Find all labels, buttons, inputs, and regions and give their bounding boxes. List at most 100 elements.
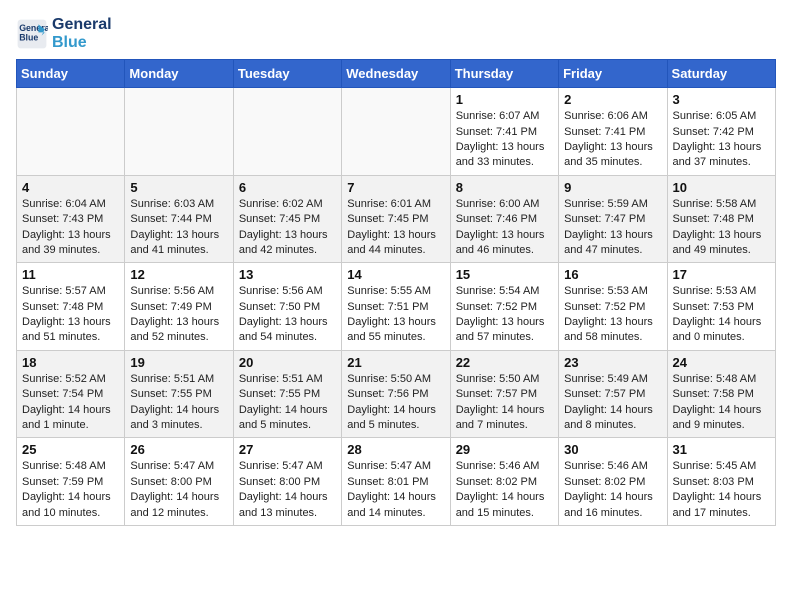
calendar-cell: 8 Sunrise: 6:00 AM Sunset: 7:46 PM Daylig…	[450, 175, 558, 263]
day-info: Sunrise: 5:46 AM Sunset: 8:02 PM Dayligh…	[564, 459, 661, 521]
day-number: 29	[456, 442, 553, 457]
day-number: 25	[22, 442, 119, 457]
day-number: 8	[456, 180, 553, 195]
day-info: Sunrise: 5:48 AM Sunset: 7:59 PM Dayligh…	[22, 459, 119, 521]
calendar-cell: 28 Sunrise: 5:47 AM Sunset: 8:01 PM Dayli…	[342, 438, 450, 526]
day-number: 3	[673, 92, 770, 107]
week-row-3: 11 Sunrise: 5:57 AM Sunset: 7:48 PM Dayli…	[17, 263, 776, 351]
calendar-cell: 6 Sunrise: 6:02 AM Sunset: 7:45 PM Daylig…	[233, 175, 341, 263]
day-info: Sunrise: 5:56 AM Sunset: 7:49 PM Dayligh…	[130, 284, 227, 346]
calendar-cell: 27Sunrise: 5:47 AM Sunset: 8:00 PM Dayli…	[233, 438, 341, 526]
calendar-cell: 1Sunrise: 6:07 AM Sunset: 7:41 PM Daylig…	[450, 88, 558, 176]
day-number: 16	[564, 267, 661, 282]
day-info: Sunrise: 6:03 AM Sunset: 7:44 PM Dayligh…	[130, 197, 227, 259]
page-header: General Blue General Blue	[16, 16, 776, 51]
day-info: Sunrise: 6:00 AM Sunset: 7:46 PM Dayligh…	[456, 197, 553, 259]
day-number: 24	[673, 355, 770, 370]
day-info: Sunrise: 5:45 AM Sunset: 8:03 PM Dayligh…	[673, 459, 770, 521]
calendar-cell: 4 Sunrise: 6:04 AM Sunset: 7:43 PM Daylig…	[17, 175, 125, 263]
day-number: 15	[456, 267, 553, 282]
day-number: 28	[347, 442, 444, 457]
calendar-cell: 11 Sunrise: 5:57 AM Sunset: 7:48 PM Dayli…	[17, 263, 125, 351]
day-info: Sunrise: 5:47 AM Sunset: 8:00 PM Dayligh…	[130, 459, 227, 521]
calendar-cell: 20Sunrise: 5:51 AM Sunset: 7:55 PM Dayli…	[233, 350, 341, 438]
calendar-cell: 12 Sunrise: 5:56 AM Sunset: 7:49 PM Dayli…	[125, 263, 233, 351]
day-number: 7	[347, 180, 444, 195]
calendar-cell	[233, 88, 341, 176]
day-number: 30	[564, 442, 661, 457]
day-number: 22	[456, 355, 553, 370]
calendar-body: 1Sunrise: 6:07 AM Sunset: 7:41 PM Daylig…	[17, 88, 776, 526]
calendar-header: SundayMondayTuesdayWednesdayThursdayFrid…	[17, 60, 776, 88]
calendar-cell: 2Sunrise: 6:06 AM Sunset: 7:41 PM Daylig…	[559, 88, 667, 176]
day-number: 12	[130, 267, 227, 282]
day-info: Sunrise: 5:54 AM Sunset: 7:52 PM Dayligh…	[456, 284, 553, 346]
weekday-header-row: SundayMondayTuesdayWednesdayThursdayFrid…	[17, 60, 776, 88]
calendar-cell: 29 Sunrise: 5:46 AM Sunset: 8:02 PM Dayli…	[450, 438, 558, 526]
day-number: 14	[347, 267, 444, 282]
week-row-2: 4 Sunrise: 6:04 AM Sunset: 7:43 PM Daylig…	[17, 175, 776, 263]
day-number: 6	[239, 180, 336, 195]
weekday-header-friday: Friday	[559, 60, 667, 88]
day-info: Sunrise: 5:58 AM Sunset: 7:48 PM Dayligh…	[673, 197, 770, 259]
day-info: Sunrise: 5:55 AM Sunset: 7:51 PM Dayligh…	[347, 284, 444, 346]
calendar-table: SundayMondayTuesdayWednesdayThursdayFrid…	[16, 59, 776, 526]
day-info: Sunrise: 5:57 AM Sunset: 7:48 PM Dayligh…	[22, 284, 119, 346]
week-row-5: 25 Sunrise: 5:48 AM Sunset: 7:59 PM Dayli…	[17, 438, 776, 526]
day-number: 17	[673, 267, 770, 282]
day-info: Sunrise: 6:06 AM Sunset: 7:41 PM Dayligh…	[564, 109, 661, 171]
day-info: Sunrise: 5:51 AM Sunset: 7:55 PM Dayligh…	[130, 372, 227, 434]
calendar-cell: 10 Sunrise: 5:58 AM Sunset: 7:48 PM Dayli…	[667, 175, 775, 263]
day-info: Sunrise: 5:53 AM Sunset: 7:53 PM Dayligh…	[673, 284, 770, 346]
calendar-cell: 25 Sunrise: 5:48 AM Sunset: 7:59 PM Dayli…	[17, 438, 125, 526]
day-number: 13	[239, 267, 336, 282]
day-number: 19	[130, 355, 227, 370]
week-row-4: 18Sunrise: 5:52 AM Sunset: 7:54 PM Dayli…	[17, 350, 776, 438]
calendar-cell: 13Sunrise: 5:56 AM Sunset: 7:50 PM Dayli…	[233, 263, 341, 351]
day-number: 5	[130, 180, 227, 195]
calendar-cell: 7Sunrise: 6:01 AM Sunset: 7:45 PM Daylig…	[342, 175, 450, 263]
weekday-header-saturday: Saturday	[667, 60, 775, 88]
day-info: Sunrise: 5:47 AM Sunset: 8:00 PM Dayligh…	[239, 459, 336, 521]
weekday-header-thursday: Thursday	[450, 60, 558, 88]
day-info: Sunrise: 5:47 AM Sunset: 8:01 PM Dayligh…	[347, 459, 444, 521]
calendar-cell: 15 Sunrise: 5:54 AM Sunset: 7:52 PM Dayli…	[450, 263, 558, 351]
day-info: Sunrise: 5:50 AM Sunset: 7:56 PM Dayligh…	[347, 372, 444, 434]
weekday-header-sunday: Sunday	[17, 60, 125, 88]
weekday-header-tuesday: Tuesday	[233, 60, 341, 88]
calendar-cell: 14 Sunrise: 5:55 AM Sunset: 7:51 PM Dayli…	[342, 263, 450, 351]
day-number: 4	[22, 180, 119, 195]
day-info: Sunrise: 5:52 AM Sunset: 7:54 PM Dayligh…	[22, 372, 119, 434]
day-number: 21	[347, 355, 444, 370]
day-number: 9	[564, 180, 661, 195]
day-info: Sunrise: 5:51 AM Sunset: 7:55 PM Dayligh…	[239, 372, 336, 434]
calendar-cell: 9Sunrise: 5:59 AM Sunset: 7:47 PM Daylig…	[559, 175, 667, 263]
calendar-cell	[125, 88, 233, 176]
day-number: 31	[673, 442, 770, 457]
calendar-cell: 30 Sunrise: 5:46 AM Sunset: 8:02 PM Dayli…	[559, 438, 667, 526]
calendar-cell: 16 Sunrise: 5:53 AM Sunset: 7:52 PM Dayli…	[559, 263, 667, 351]
calendar-cell: 24 Sunrise: 5:48 AM Sunset: 7:58 PM Dayli…	[667, 350, 775, 438]
day-info: Sunrise: 5:48 AM Sunset: 7:58 PM Dayligh…	[673, 372, 770, 434]
calendar-cell: 3 Sunrise: 6:05 AM Sunset: 7:42 PM Daylig…	[667, 88, 775, 176]
day-number: 1	[456, 92, 553, 107]
day-number: 23	[564, 355, 661, 370]
day-info: Sunrise: 6:05 AM Sunset: 7:42 PM Dayligh…	[673, 109, 770, 171]
day-info: Sunrise: 6:02 AM Sunset: 7:45 PM Dayligh…	[239, 197, 336, 259]
day-number: 11	[22, 267, 119, 282]
calendar-cell	[342, 88, 450, 176]
week-row-1: 1Sunrise: 6:07 AM Sunset: 7:41 PM Daylig…	[17, 88, 776, 176]
day-info: Sunrise: 5:49 AM Sunset: 7:57 PM Dayligh…	[564, 372, 661, 434]
day-number: 10	[673, 180, 770, 195]
day-info: Sunrise: 5:50 AM Sunset: 7:57 PM Dayligh…	[456, 372, 553, 434]
day-info: Sunrise: 6:04 AM Sunset: 7:43 PM Dayligh…	[22, 197, 119, 259]
calendar-cell: 19 Sunrise: 5:51 AM Sunset: 7:55 PM Dayli…	[125, 350, 233, 438]
day-info: Sunrise: 5:46 AM Sunset: 8:02 PM Dayligh…	[456, 459, 553, 521]
calendar-cell: 31 Sunrise: 5:45 AM Sunset: 8:03 PM Dayli…	[667, 438, 775, 526]
calendar-cell: 23 Sunrise: 5:49 AM Sunset: 7:57 PM Dayli…	[559, 350, 667, 438]
calendar-cell	[17, 88, 125, 176]
calendar-cell: 21 Sunrise: 5:50 AM Sunset: 7:56 PM Dayli…	[342, 350, 450, 438]
calendar-cell: 17 Sunrise: 5:53 AM Sunset: 7:53 PM Dayli…	[667, 263, 775, 351]
day-info: Sunrise: 5:53 AM Sunset: 7:52 PM Dayligh…	[564, 284, 661, 346]
logo-text: General Blue	[52, 16, 112, 51]
